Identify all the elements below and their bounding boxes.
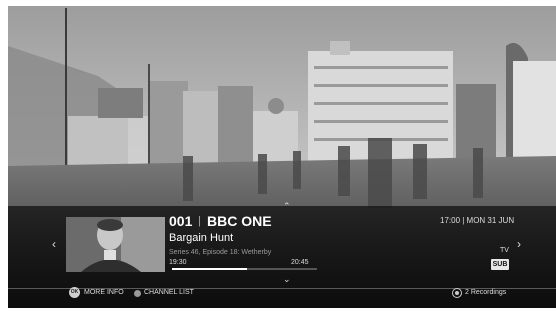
chevron-down-icon[interactable]: ⌄ xyxy=(283,274,291,285)
programme-episode: Series 46, Episode 18: Wetherby xyxy=(169,249,272,256)
chevron-up-icon[interactable]: ⌃ xyxy=(283,201,291,212)
progress-fill xyxy=(172,268,248,270)
channel-list-link[interactable]: CHANNEL LIST xyxy=(144,289,194,296)
grey-button-icon xyxy=(134,290,141,297)
record-icon xyxy=(452,288,462,298)
tv-badge: TV xyxy=(500,247,509,254)
channel-name: BBC ONE xyxy=(207,213,272,229)
tv-screen: ⌃ ⌄ ‹ › 001 | BBC ONE 17:00 | MON 31 JUN… xyxy=(8,6,556,308)
programme-thumbnail xyxy=(66,217,165,272)
recordings-link[interactable]: 2 Recordings xyxy=(465,289,506,296)
chevron-left-icon[interactable]: ‹ xyxy=(52,237,56,251)
more-info-link[interactable]: MORE INFO xyxy=(84,289,124,296)
date-time: 17:00 | MON 31 JUN xyxy=(440,216,515,225)
subtitles-badge: SUB xyxy=(491,259,509,270)
start-time: 19:30 xyxy=(169,259,187,266)
end-time: 20:45 xyxy=(291,259,309,266)
channel-divider: | xyxy=(198,215,201,227)
ok-button-icon[interactable]: OK xyxy=(69,287,80,298)
chevron-right-icon[interactable]: › xyxy=(517,237,521,251)
ok-button-label: OK xyxy=(70,289,79,295)
programme-title: Bargain Hunt xyxy=(169,232,234,244)
channel-number: 001 xyxy=(169,213,193,229)
progress-bar xyxy=(172,268,317,270)
